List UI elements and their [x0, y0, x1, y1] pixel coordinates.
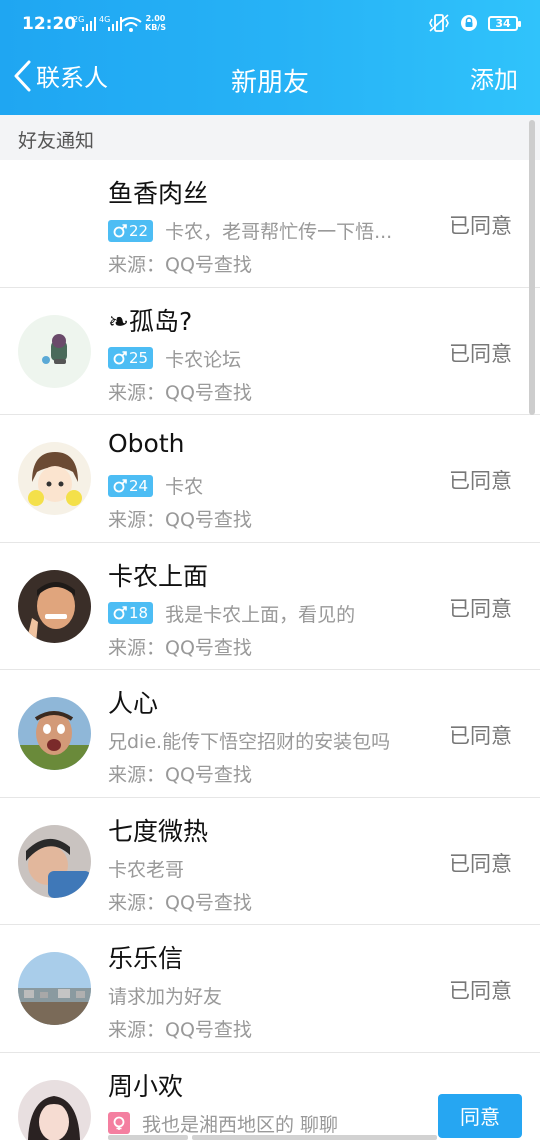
request-message-line: 24 卡农: [108, 472, 203, 499]
request-name: 人心: [108, 689, 159, 718]
request-message-line: 卡农老哥: [108, 855, 184, 882]
lock-rotation-icon: [461, 15, 477, 31]
friend-request-row[interactable]: Oboth 24 卡农 来源：QQ号查找 已同意: [0, 415, 540, 543]
request-status: 已同意: [449, 979, 512, 1003]
female-icon: [113, 1116, 125, 1130]
status-icons: 34: [428, 14, 521, 32]
gender-age-badge: 22: [108, 219, 154, 242]
request-status: 已同意: [449, 724, 512, 748]
gender-badge: [108, 1112, 130, 1134]
top-header: 12:20 2G 4G 2.00 KB/S 34 联系人 新朋友 添加: [0, 0, 540, 115]
request-message: 卡农，老哥帮忙传一下悟...: [165, 221, 393, 243]
avatar-image: [18, 442, 91, 515]
agree-button[interactable]: 同意: [438, 1093, 522, 1138]
request-name: Oboth: [108, 429, 185, 458]
friend-request-row[interactable]: ❧孤岛? 25 卡农论坛 来源：QQ号查找 已同意: [0, 287, 540, 415]
avatar[interactable]: [18, 1079, 91, 1140]
friend-request-row[interactable]: 人心 兄die.能传下悟空招财的安装包吗 来源：QQ号查找 已同意: [0, 670, 540, 798]
request-message: 卡农老哥: [108, 858, 185, 881]
friend-request-row[interactable]: 七度微热 卡农老哥 来源：QQ号查找 已同意: [0, 797, 540, 925]
request-message-line: 25 卡农论坛: [108, 345, 241, 372]
age-label: 18: [129, 604, 149, 622]
male-icon: [113, 351, 127, 365]
net-speed-unit: KB/S: [145, 23, 166, 32]
section-title: 好友通知: [18, 130, 95, 152]
male-icon: [113, 478, 127, 492]
avatar-image: [18, 314, 91, 388]
avatar[interactable]: [18, 952, 91, 1025]
avatar-image: [18, 697, 91, 770]
request-name: 周小欢: [108, 1071, 184, 1101]
request-message: 请求加为好友: [108, 986, 223, 1008]
request-source: 来源：QQ号查找: [108, 509, 252, 531]
gender-age-badge: 24: [108, 474, 154, 497]
request-message-line: 兄die.能传下悟空招财的安装包吗: [108, 727, 390, 754]
add-button[interactable]: 添加: [470, 60, 518, 95]
nav-hint-left: [108, 1135, 188, 1140]
request-source: 来源：QQ号查找: [108, 636, 252, 659]
request-status: 已同意: [449, 469, 512, 493]
avatar[interactable]: [18, 697, 91, 770]
nav-hint-center: [192, 1135, 437, 1140]
request-status: 已同意: [449, 851, 512, 876]
avatar-image: [18, 952, 91, 1025]
male-icon: [113, 606, 127, 620]
request-message: 兄die.能传下悟空招财的安装包吗: [108, 731, 391, 753]
request-message-line: 我也是湘西地区的 聊聊: [108, 1110, 338, 1137]
section-header: 好友通知: [0, 115, 540, 160]
request-name: ❧孤岛?: [108, 306, 193, 336]
signal-icon: [82, 17, 96, 31]
request-message: 我是卡农上面，看见的: [165, 603, 356, 626]
request-message-line: 请求加为好友: [108, 982, 222, 1009]
avatar-image: [18, 1079, 91, 1140]
status-time: 12:20: [22, 14, 77, 34]
net-speed: 2.00 KB/S: [145, 14, 166, 32]
vibrate-icon: [429, 14, 449, 32]
gender-age-badge: 25: [108, 347, 154, 369]
friend-request-row[interactable]: 鱼香肉丝 22 卡农，老哥帮忙传一下悟... 来源：QQ号查找 已同意: [0, 160, 540, 288]
net-speed-value: 2.00: [145, 14, 166, 23]
request-status: 已同意: [449, 214, 512, 238]
request-source: 来源：QQ号查找: [108, 1019, 252, 1041]
request-source: 来源：QQ号查找: [108, 254, 252, 276]
request-message-line: 18 我是卡农上面，看见的: [108, 600, 355, 627]
friend-request-list: 鱼香肉丝 22 卡农，老哥帮忙传一下悟... 来源：QQ号查找 已同意 ❧孤岛?: [0, 160, 540, 1140]
request-source: 来源：QQ号查找: [108, 764, 252, 786]
request-name: 卡农上面: [108, 561, 209, 591]
age-label: 24: [129, 476, 149, 495]
avatar[interactable]: [18, 314, 91, 388]
request-message: 卡农: [165, 476, 204, 498]
avatar-image: [18, 569, 91, 643]
gender-age-badge: 18: [108, 602, 154, 624]
scrollbar[interactable]: [529, 120, 535, 415]
wifi-icon: [120, 17, 142, 32]
friend-request-row[interactable]: 卡农上面 18 我是卡农上面，看见的 来源：QQ号查找 已同意: [0, 542, 540, 670]
avatar[interactable]: [18, 442, 91, 515]
avatar[interactable]: [18, 569, 91, 643]
request-name: 七度微热: [108, 816, 209, 846]
status-bar: 12:20 2G 4G 2.00 KB/S 34: [0, 0, 540, 40]
page-title: 新朋友: [230, 68, 309, 98]
request-message: 我也是湘西地区的 聊聊: [142, 1113, 339, 1136]
request-status: 已同意: [449, 341, 512, 366]
request-message-line: 22 卡农，老哥帮忙传一下悟...: [108, 217, 392, 244]
avatar[interactable]: [18, 824, 91, 898]
age-label: 22: [129, 221, 149, 240]
friend-request-row[interactable]: 乐乐信 请求加为好友 来源：QQ号查找 已同意: [0, 925, 540, 1053]
request-name: 乐乐信: [108, 944, 184, 973]
male-icon: [113, 223, 127, 237]
age-label: 25: [129, 349, 149, 367]
request-source: 来源：QQ号查找: [108, 381, 252, 404]
battery-icon: 34: [488, 15, 521, 31]
nav-bar: 联系人 新朋友 添加: [0, 40, 540, 115]
request-message: 卡农论坛: [165, 348, 242, 371]
friend-request-row[interactable]: 周小欢 我也是湘西地区的 聊聊 同意: [0, 1052, 540, 1140]
request-name: 鱼香肉丝: [108, 179, 209, 208]
avatar-image: [18, 824, 91, 898]
request-status: 已同意: [449, 596, 512, 621]
battery-level: 34: [495, 16, 511, 30]
request-source: 来源：QQ号查找: [108, 891, 252, 914]
